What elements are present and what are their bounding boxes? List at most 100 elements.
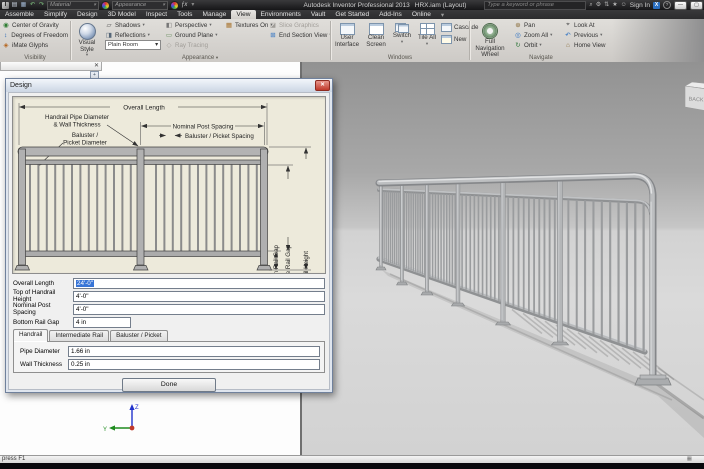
qat-overflow-icon[interactable]: ▾ bbox=[189, 2, 196, 9]
user-interface-button[interactable]: User Interface bbox=[332, 21, 362, 48]
favorites-star-icon[interactable]: ★ bbox=[612, 1, 617, 9]
look-at-button[interactable]: ⌖ Look At bbox=[562, 20, 608, 30]
tab-design[interactable]: Design bbox=[72, 10, 103, 19]
overall-length-input[interactable]: 24'-0" bbox=[73, 277, 325, 289]
dialog-title-bar[interactable]: Design ✕ bbox=[6, 79, 332, 92]
status-grid-icon[interactable]: ▦ bbox=[687, 456, 692, 462]
wall-thickness-input[interactable]: 0.25 in bbox=[68, 358, 320, 370]
diagram-nominal-post-spacing-label: Nominal Post Spacing bbox=[173, 124, 234, 131]
tab-vault[interactable]: Vault bbox=[306, 10, 331, 19]
status-bar: press F1 ▦ bbox=[0, 455, 704, 463]
tab-assemble[interactable]: Assemble bbox=[0, 10, 39, 19]
ribbon-panel-navigate: Full Navigation Wheel ⊕ Pan ◎ Zoom All ▾ … bbox=[470, 19, 612, 62]
tab-view[interactable]: View bbox=[231, 10, 256, 19]
bottom-rail-gap-input[interactable]: 4 in bbox=[73, 316, 131, 328]
done-button[interactable]: Done bbox=[122, 378, 216, 392]
material-color-wheel-icon[interactable] bbox=[101, 0, 110, 10]
pan-button[interactable]: ⊕ Pan bbox=[512, 20, 554, 30]
axis-y-label: Y bbox=[103, 427, 107, 433]
diagram-overall-length-label: Overall Length bbox=[123, 105, 165, 112]
tab-add-ins[interactable]: Add-Ins bbox=[374, 10, 407, 19]
exchange-apps-icon[interactable]: X bbox=[653, 1, 660, 9]
tile-all-button[interactable]: Tile All ▾ bbox=[415, 21, 439, 46]
title-bar: I ▤ ▦ ↶ ↷ Material ▾ Appearance ▾ ƒx ▾ A… bbox=[0, 0, 704, 10]
save-icon[interactable]: ▦ bbox=[20, 2, 27, 9]
browser-panel-bar[interactable]: ✕ bbox=[0, 62, 102, 71]
appearance-group-label[interactable]: Appearance ▾ bbox=[71, 55, 329, 61]
minimize-button[interactable]: — bbox=[674, 0, 687, 10]
top-of-handrail-height-input[interactable]: 4'-0" bbox=[73, 290, 325, 302]
pipe-diameter-input[interactable]: 1.66 in bbox=[68, 345, 320, 357]
undo-icon[interactable]: ↶ bbox=[29, 2, 36, 9]
chevron-down-icon: ▾ bbox=[93, 2, 96, 8]
sign-in-link[interactable]: Sign In bbox=[630, 2, 650, 9]
tab-inspect[interactable]: Inspect bbox=[141, 10, 172, 19]
tab-environments[interactable]: Environments bbox=[256, 10, 306, 19]
clean-screen-button[interactable]: Clean Screen bbox=[363, 21, 389, 48]
appearance-color-wheel-icon[interactable] bbox=[170, 0, 179, 10]
help-icon[interactable]: ? bbox=[663, 1, 671, 9]
ground-plane-button[interactable]: ▭ Ground Plane ▾ bbox=[163, 30, 219, 40]
app-title: Autodesk Inventor Professional 2013 bbox=[303, 1, 410, 9]
tab-simplify[interactable]: Simplify bbox=[39, 10, 72, 19]
ribbon-minimize-icon[interactable]: ▾ bbox=[436, 10, 449, 19]
parameters-fx-icon[interactable]: ƒx bbox=[181, 2, 187, 8]
visual-style-icon bbox=[78, 23, 96, 40]
tools-wrench-icon[interactable]: ⚙ bbox=[596, 1, 601, 9]
search-binoculars-icon[interactable]: ⌕ bbox=[589, 1, 592, 9]
full-navigation-wheel-button[interactable]: Full Navigation Wheel bbox=[472, 21, 508, 59]
wall-thickness-row: Wall Thickness 0.25 in bbox=[20, 358, 320, 370]
center-of-gravity-button[interactable]: ◉ Center of Gravity bbox=[0, 20, 70, 30]
reflections-icon: ◨ bbox=[105, 32, 113, 39]
close-icon[interactable]: ✕ bbox=[92, 63, 101, 69]
tab-baluster-picket[interactable]: Baluster / Picket bbox=[110, 330, 168, 341]
design-dialog[interactable]: Design ✕ Overall Length Handrail Pipe Di… bbox=[5, 78, 333, 393]
perspective-button[interactable]: ◧ Perspective ▾ bbox=[163, 20, 219, 30]
degrees-of-freedom-icon: ↕ bbox=[4, 31, 8, 39]
home-view-button[interactable]: ⌂ Home View bbox=[562, 40, 608, 50]
search-input[interactable]: Type a keyword or phrase bbox=[484, 0, 587, 10]
dialog-close-button[interactable]: ✕ bbox=[315, 80, 330, 91]
ribbon: ◉ Center of Gravity ↕ Degrees of Freedom… bbox=[0, 19, 704, 63]
room-style-dropdown[interactable]: Plain Room ▾ bbox=[105, 40, 161, 50]
overall-length-row: Overall Length 24'-0" bbox=[13, 277, 325, 289]
degrees-of-freedom-button[interactable]: ↕ Degrees of Freedom bbox=[0, 30, 70, 40]
end-section-view-button[interactable]: ⊞ End Section View▾ bbox=[267, 30, 334, 40]
tab-intermediate-rail[interactable]: Intermediate Rail bbox=[49, 330, 110, 341]
user-icon[interactable]: ☺ bbox=[621, 1, 627, 9]
switch-window-button[interactable]: Switch ▾ bbox=[390, 21, 414, 44]
appearance-dropdown[interactable]: Appearance ▾ bbox=[112, 0, 168, 10]
tab-tools[interactable]: Tools bbox=[172, 10, 197, 19]
redo-icon[interactable]: ↷ bbox=[38, 2, 45, 9]
tab-3d-model[interactable]: 3D Model bbox=[103, 10, 141, 19]
view-cube-face-label: BACK bbox=[688, 96, 704, 103]
reflections-button[interactable]: ◨ Reflections ▾ bbox=[103, 30, 161, 40]
previous-view-button[interactable]: ↶ Previous ▾ bbox=[562, 30, 608, 40]
model-viewport[interactable]: BACK bbox=[302, 62, 704, 455]
railing-3d-render bbox=[375, 172, 704, 438]
tab-manage[interactable]: Manage bbox=[197, 10, 231, 19]
imate-glyphs-button[interactable]: ◈ iMate Glyphs bbox=[0, 40, 70, 50]
ribbon-panel-visibility: ◉ Center of Gravity ↕ Degrees of Freedom… bbox=[0, 19, 70, 62]
ray-tracing-button[interactable]: ◇ Ray Tracing bbox=[163, 40, 219, 50]
view-cube[interactable]: BACK bbox=[673, 80, 704, 120]
inventor-logo-icon[interactable]: I bbox=[2, 1, 9, 9]
slice-graphics-button[interactable]: ◪ Slice Graphics bbox=[267, 20, 334, 30]
shadows-button[interactable]: ▱ Shadows ▾ bbox=[103, 20, 161, 30]
diagram-baluster-diameter-label-2: Picket Diameter bbox=[63, 140, 107, 147]
material-dropdown[interactable]: Material ▾ bbox=[47, 0, 99, 10]
visual-style-button[interactable]: Visual Style ▾ bbox=[73, 21, 101, 58]
main-area: ✕ + Z Y BACK Design ✕ Overall Length Han… bbox=[0, 62, 704, 455]
ribbon-empty-area bbox=[612, 19, 704, 62]
axis-z-label: Z bbox=[135, 405, 139, 411]
updates-icon[interactable]: ⇅ bbox=[604, 1, 609, 9]
maximize-button[interactable]: ▢ bbox=[690, 0, 703, 10]
zoom-all-button[interactable]: ◎ Zoom All ▾ bbox=[512, 30, 554, 40]
nominal-post-spacing-input[interactable]: 4'-0" bbox=[73, 303, 325, 315]
orbit-button[interactable]: ↻ Orbit ▾ bbox=[512, 40, 554, 50]
new-file-icon[interactable]: ▤ bbox=[11, 2, 18, 9]
tab-online[interactable]: Online bbox=[407, 10, 436, 19]
tab-handrail[interactable]: Handrail bbox=[13, 329, 49, 342]
bottom-rail-gap-row: Bottom Rail Gap 4 in bbox=[13, 316, 325, 328]
tab-get-started[interactable]: Get Started bbox=[330, 10, 374, 19]
